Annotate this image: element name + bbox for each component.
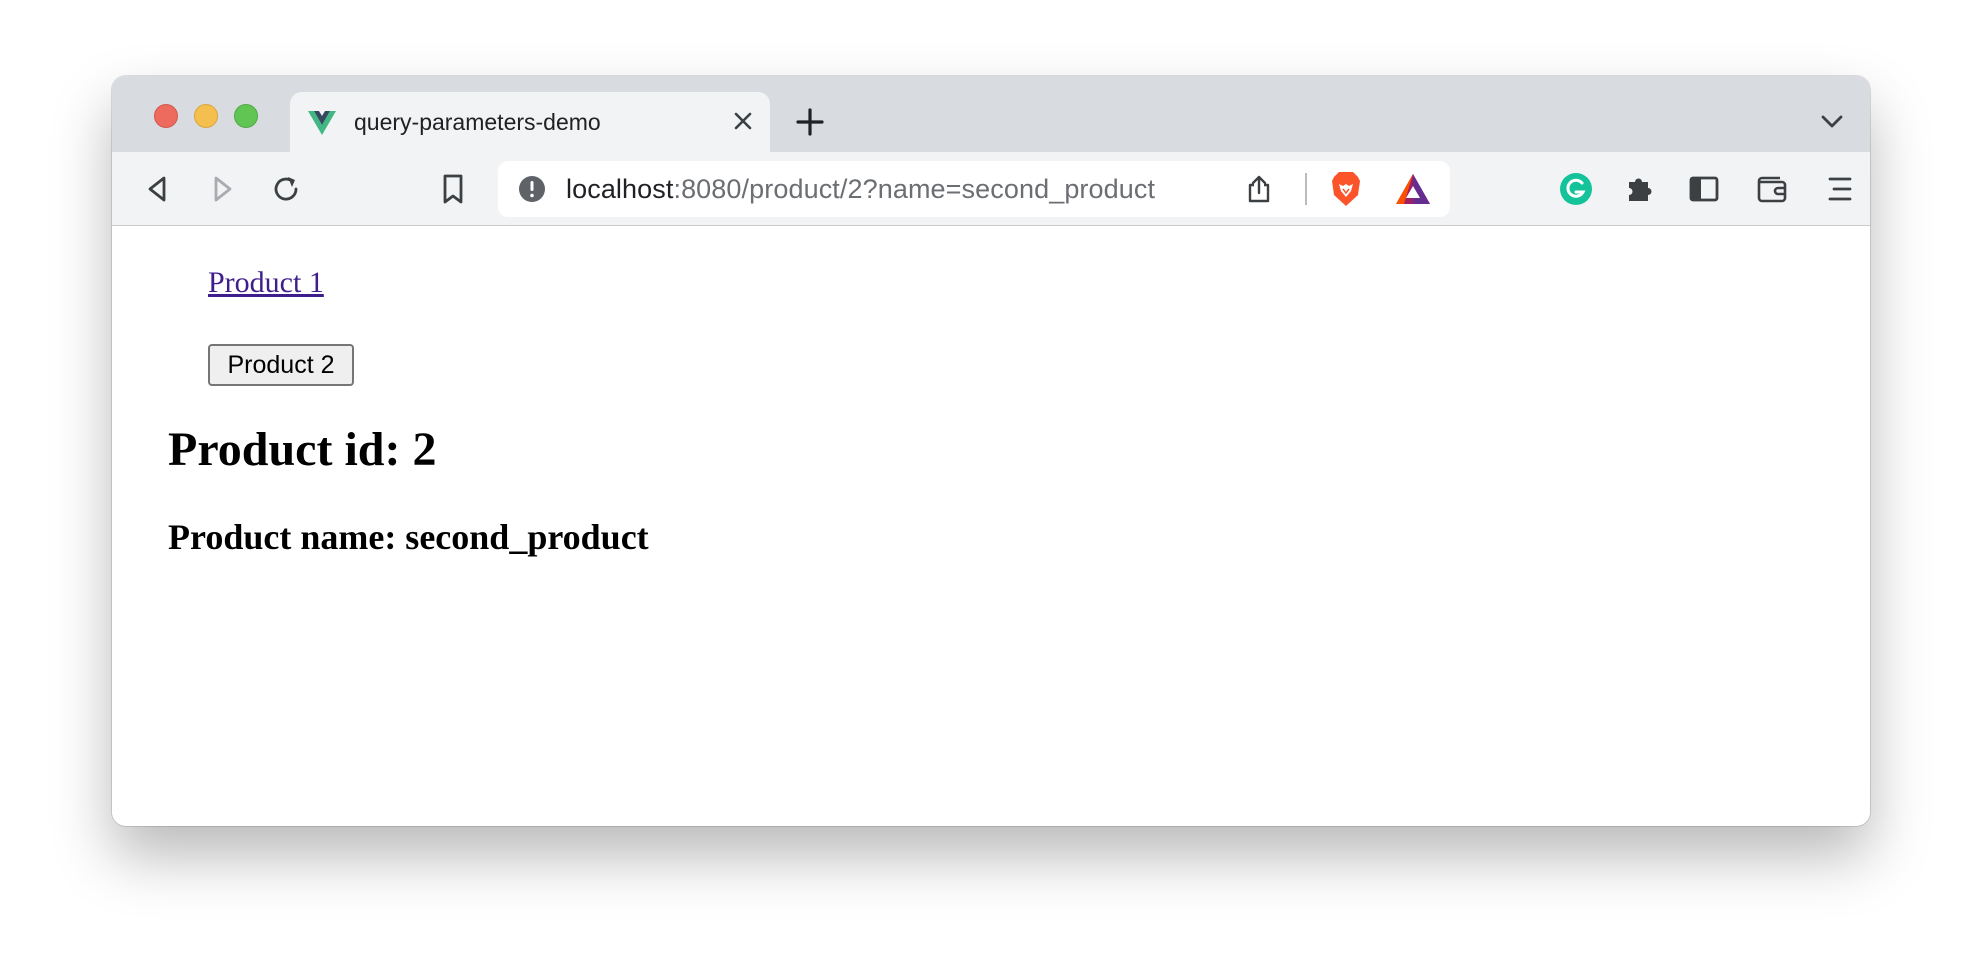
forward-icon[interactable]	[204, 171, 240, 207]
bookmark-icon[interactable]	[435, 171, 471, 207]
close-tab-icon[interactable]	[728, 106, 758, 136]
active-tab[interactable]: query-parameters-demo	[290, 92, 770, 152]
tab-title: query-parameters-demo	[354, 109, 601, 135]
share-icon[interactable]	[1244, 173, 1274, 205]
brave-rewards-icon[interactable]	[1394, 171, 1432, 207]
product-name-heading: Product name: second_product	[168, 517, 649, 557]
reload-icon[interactable]	[268, 171, 304, 207]
back-icon[interactable]	[140, 171, 176, 207]
menu-icon[interactable]	[1822, 171, 1858, 207]
wallet-icon[interactable]	[1754, 171, 1790, 207]
site-info-icon[interactable]	[518, 175, 546, 203]
address-bar[interactable]: localhost:8080/product/2?name=second_pro…	[498, 161, 1450, 217]
product-2-button[interactable]: Product 2	[208, 344, 354, 386]
zoom-window-button[interactable]	[234, 104, 258, 128]
sidebar-icon[interactable]	[1686, 171, 1722, 207]
brave-shields-icon[interactable]	[1328, 169, 1364, 209]
minimize-window-button[interactable]	[194, 104, 218, 128]
new-tab-icon[interactable]	[792, 104, 828, 140]
extensions-icon[interactable]	[1622, 171, 1658, 207]
url-host: localhost	[566, 174, 674, 204]
tab-strip: query-parameters-demo	[112, 76, 1870, 152]
grammarly-icon[interactable]	[1558, 171, 1594, 207]
product-1-link[interactable]: Product 1	[208, 266, 324, 300]
tab-search-chevron-icon[interactable]	[1818, 110, 1846, 132]
vue-logo-icon	[308, 111, 336, 135]
close-window-button[interactable]	[154, 104, 178, 128]
page-content: Product 1 Product 2 Product id: 2 Produc…	[112, 226, 1870, 826]
product-id-heading: Product id: 2	[168, 423, 437, 476]
url-text[interactable]: localhost:8080/product/2?name=second_pro…	[566, 174, 1155, 205]
browser-toolbar: localhost:8080/product/2?name=second_pro…	[112, 152, 1870, 226]
browser-window: query-parameters-demo localhost:8080/pro…	[112, 76, 1870, 826]
url-path: :8080/product/2?name=second_product	[673, 174, 1156, 204]
address-bar-divider	[1305, 173, 1307, 205]
